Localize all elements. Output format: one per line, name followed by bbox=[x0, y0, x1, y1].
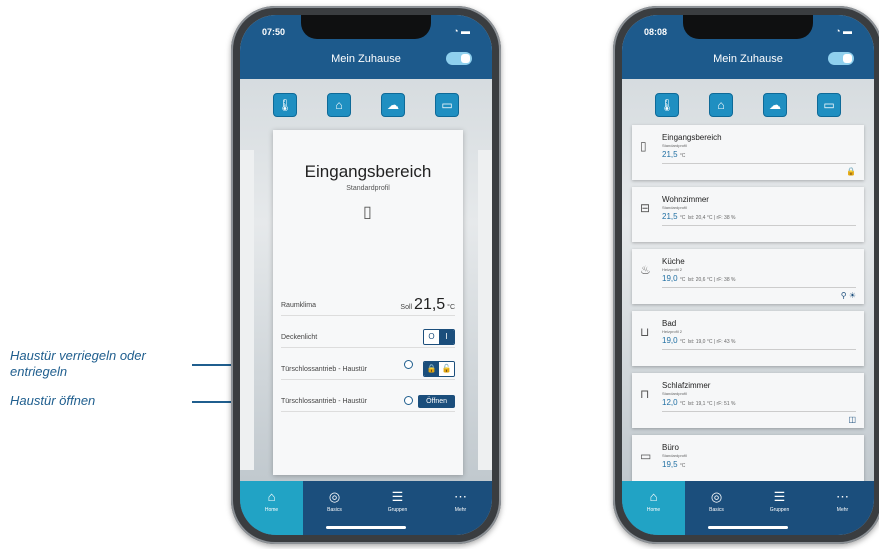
nav-home[interactable]: ⌂ Home bbox=[240, 481, 303, 535]
screen-right: 08:08 ◔ ▬ Mein Zuhause 🌡 ⌂ ☁ ▭ ▯ Eingang… bbox=[622, 15, 874, 535]
nav-mehr[interactable]: ⋯ Mehr bbox=[811, 481, 874, 535]
room-name: Bad bbox=[662, 319, 677, 328]
status-time: 08:08 bbox=[644, 27, 668, 37]
groups-icon: ☰ bbox=[773, 489, 786, 504]
room-profile: Standardprofil bbox=[662, 205, 687, 210]
thermometer-icon[interactable]: 🌡 bbox=[655, 93, 679, 117]
door-icon: ▯ bbox=[640, 139, 647, 153]
monitor-icon: ▭ bbox=[640, 449, 652, 463]
category-icons: 🌡 ⌂ ☁ ▭ bbox=[240, 93, 492, 117]
row-lock: Türschlossantrieb - Haustür 🔒 🔓 bbox=[281, 359, 455, 380]
motion-light-icon: ⚲ ☀ bbox=[840, 291, 856, 300]
home-icon: ⌂ bbox=[649, 489, 658, 504]
sofa-icon: ⊟ bbox=[640, 201, 651, 215]
door-icon: ▯ bbox=[363, 204, 372, 221]
light-on-button[interactable]: I bbox=[439, 330, 454, 344]
nav-home[interactable]: ⌂ Home bbox=[622, 481, 685, 535]
room-profile: Heizprofil 2 bbox=[662, 267, 683, 272]
room-temp: 19,0 °C Ist: 19,0 °C | rF: 43 % bbox=[662, 336, 736, 345]
room-temp: 21,5 °C Ist: 20,4 °C | rF: 38 % bbox=[662, 212, 736, 221]
basics-icon: ◎ bbox=[328, 489, 341, 504]
groups-icon: ☰ bbox=[391, 489, 404, 504]
home-indicator bbox=[326, 526, 406, 529]
lock-closed-icon[interactable]: 🔒 bbox=[424, 362, 439, 376]
room-temp: 19,0 °C Ist: 20,6 °C | rF: 38 % bbox=[662, 274, 736, 283]
bathtub-icon: ⊔ bbox=[640, 325, 650, 339]
room-item-eingangsbereich[interactable]: ▯ Eingangsbereich Standardprofil 21,5 °C… bbox=[632, 125, 864, 180]
thermometer-icon[interactable]: 🌡 bbox=[273, 93, 297, 117]
notch bbox=[683, 15, 813, 39]
lock-open-icon[interactable]: 🔓 bbox=[439, 362, 454, 376]
room-item-kueche[interactable]: ♨ Küche Heizprofil 2 19,0 °C Ist: 20,6 °… bbox=[632, 249, 864, 304]
side-card-right[interactable] bbox=[478, 150, 492, 470]
window-sensor-icon: ◫ bbox=[848, 415, 856, 424]
setpoint: Soll 21,5 °C bbox=[400, 296, 455, 313]
lock-label: Türschlossantrieb - Haustür bbox=[281, 365, 367, 373]
notch bbox=[301, 15, 431, 39]
wifi-battery-icon: ◔ ▬ bbox=[453, 26, 470, 36]
room-profile: Standardprofil bbox=[662, 391, 687, 396]
side-card-left[interactable] bbox=[240, 150, 254, 470]
room-item-schlafzimmer[interactable]: ⊓ Schlafzimmer Standardprofil 12,0 °C Is… bbox=[632, 373, 864, 428]
wifi-battery-icon: ◔ ▬ bbox=[835, 26, 852, 36]
lock-icon: 🔒 bbox=[846, 167, 856, 176]
more-icon: ⋯ bbox=[454, 489, 467, 504]
room-profile: Standardprofil bbox=[346, 185, 390, 192]
room-temp: 21,5 °C bbox=[662, 150, 686, 159]
room-name: Schlafzimmer bbox=[662, 381, 711, 390]
room-name: Küche bbox=[662, 257, 685, 266]
category-icons: 🌡 ⌂ ☁ ▭ bbox=[622, 93, 874, 117]
home-indicator bbox=[708, 526, 788, 529]
row-raumklima[interactable]: Raumklima Soll 21,5 °C bbox=[281, 295, 455, 316]
annotation-dot-open bbox=[404, 396, 413, 405]
room-name: Büro bbox=[662, 443, 679, 452]
bed-icon: ⊓ bbox=[640, 387, 650, 401]
row-open: Türschlossantrieb - Haustür Öffnen bbox=[281, 391, 455, 412]
annotation-open: Haustür öffnen bbox=[10, 393, 96, 408]
house-icon[interactable]: ⌂ bbox=[709, 93, 733, 117]
more-icon: ⋯ bbox=[836, 489, 849, 504]
house-icon[interactable]: ⌂ bbox=[327, 93, 351, 117]
cloud-icon[interactable]: ☁ bbox=[381, 93, 405, 117]
raumklima-label: Raumklima bbox=[281, 301, 317, 309]
room-name: Wohnzimmer bbox=[662, 195, 709, 204]
basics-icon: ◎ bbox=[710, 489, 723, 504]
view-toggle[interactable] bbox=[446, 52, 472, 65]
room-title: Eingangsbereich bbox=[304, 162, 432, 181]
view-toggle[interactable] bbox=[828, 52, 854, 65]
light-switch[interactable]: O I bbox=[423, 329, 455, 345]
room-profile: Standardprofil bbox=[662, 143, 687, 148]
status-time: 07:50 bbox=[262, 27, 286, 37]
phone-left: 07:50 ◔ ▬ Mein Zuhause 🌡 ⌂ ☁ ▭ Eingangsb… bbox=[231, 6, 501, 544]
lock-switch[interactable]: 🔒 🔓 bbox=[423, 361, 455, 377]
annotation-lock: Haustür verriegeln oder entriegeln bbox=[10, 348, 146, 379]
room-item-wohnzimmer[interactable]: ⊟ Wohnzimmer Standardprofil 21,5 °C Ist:… bbox=[632, 187, 864, 242]
phone-right: 08:08 ◔ ▬ Mein Zuhause 🌡 ⌂ ☁ ▭ ▯ Eingang… bbox=[613, 6, 879, 544]
light-off-button[interactable]: O bbox=[424, 330, 439, 344]
home-icon: ⌂ bbox=[267, 489, 276, 504]
annotation-dot-lock bbox=[404, 360, 413, 369]
room-item-bad[interactable]: ⊔ Bad Heizprofil 2 19,0 °C Ist: 19,0 °C … bbox=[632, 311, 864, 366]
room-card: Eingangsbereich Standardprofil ▯ Raumkli… bbox=[273, 130, 463, 475]
room-profile: Heizprofil 2 bbox=[662, 329, 683, 334]
room-name: Eingangsbereich bbox=[662, 133, 722, 142]
window-icon[interactable]: ▭ bbox=[435, 93, 459, 117]
open-label: Türschlossantrieb - Haustür bbox=[281, 397, 367, 405]
row-deckenlicht: Deckenlicht O I bbox=[281, 327, 455, 348]
chef-hat-icon: ♨ bbox=[640, 263, 651, 277]
room-profile: Standardprofil bbox=[662, 453, 687, 458]
cloud-icon[interactable]: ☁ bbox=[763, 93, 787, 117]
nav-mehr[interactable]: ⋯ Mehr bbox=[429, 481, 492, 535]
room-temp: 12,0 °C Ist: 19,1 °C | rF: 51 % bbox=[662, 398, 736, 407]
screen-left: 07:50 ◔ ▬ Mein Zuhause 🌡 ⌂ ☁ ▭ Eingangsb… bbox=[240, 15, 492, 535]
open-door-button[interactable]: Öffnen bbox=[418, 394, 455, 408]
deckenlicht-label: Deckenlicht bbox=[281, 333, 318, 341]
window-icon[interactable]: ▭ bbox=[817, 93, 841, 117]
room-temp: 19,5 °C bbox=[662, 460, 686, 469]
